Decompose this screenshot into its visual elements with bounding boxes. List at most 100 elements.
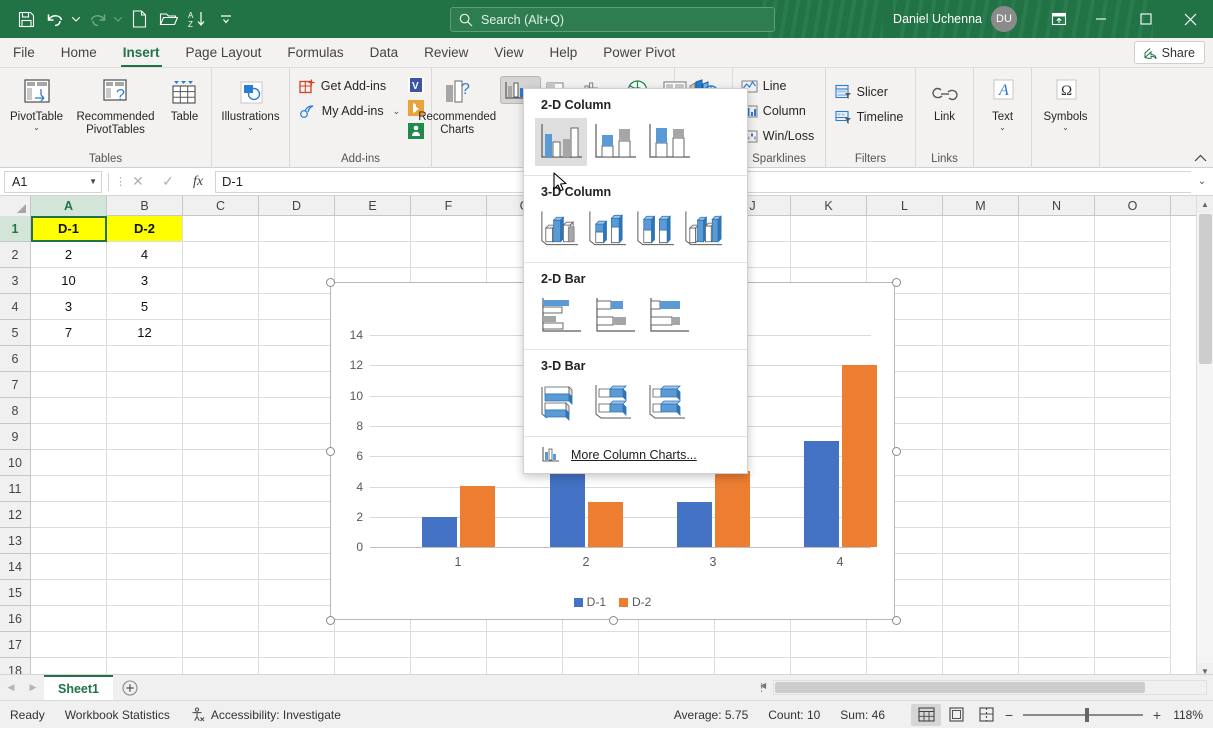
row-header-10[interactable]: 10 [0, 450, 31, 476]
row-header-5[interactable]: 5 [0, 320, 31, 346]
bar-D1-cat3[interactable] [677, 502, 712, 547]
cell-B15[interactable] [107, 580, 183, 606]
cell-M12[interactable] [943, 502, 1019, 528]
cell-B3[interactable]: 3 [107, 268, 183, 294]
cell-O3[interactable] [1095, 268, 1171, 294]
chart-handle-bottom-center[interactable] [609, 616, 618, 625]
cell-C1[interactable] [183, 216, 259, 242]
cell-M10[interactable] [943, 450, 1019, 476]
bar-D2-cat1[interactable] [460, 486, 495, 547]
cell-N17[interactable] [1019, 632, 1095, 658]
scroll-left-icon[interactable]: ◀ [760, 681, 766, 690]
row-header-9[interactable]: 9 [0, 424, 31, 450]
vertical-scrollbar[interactable]: ▲ ▼ [1196, 196, 1213, 680]
save-icon[interactable] [12, 6, 40, 32]
pivottable-button[interactable]: PivotTable ⌄ [3, 72, 71, 144]
tab-page-layout[interactable]: Page Layout [173, 38, 275, 67]
cell-O16[interactable] [1095, 606, 1171, 632]
cell-D9[interactable] [259, 424, 335, 450]
add-sheet-button[interactable] [113, 680, 147, 696]
cell-N10[interactable] [1019, 450, 1095, 476]
cell-C7[interactable] [183, 372, 259, 398]
cell-C5[interactable] [183, 320, 259, 346]
cell-D7[interactable] [259, 372, 335, 398]
cell-H17[interactable] [563, 632, 639, 658]
row-header-13[interactable]: 13 [0, 528, 31, 554]
cell-N9[interactable] [1019, 424, 1095, 450]
accessibility-button[interactable]: Accessibility: Investigate [180, 701, 351, 729]
cell-M8[interactable] [943, 398, 1019, 424]
undo-dropdown-icon[interactable] [70, 6, 82, 32]
chart-type-3d-clustered-column[interactable] [535, 205, 583, 253]
chart-handle-middle-left[interactable] [326, 447, 335, 456]
expand-formula-bar-icon[interactable]: ⌄ [1191, 176, 1213, 187]
chart-type-stacked-column[interactable] [589, 118, 641, 166]
recommended-pivottables-button[interactable]: ? Recommended PivotTables [72, 72, 160, 144]
legend-item-D2[interactable]: D-2 [619, 595, 651, 609]
cell-A5[interactable]: 7 [31, 320, 107, 346]
cell-N3[interactable] [1019, 268, 1095, 294]
view-page-break-button[interactable] [971, 704, 1001, 726]
recommended-charts-button[interactable]: ? Recommended Charts [415, 72, 499, 144]
maximize-button[interactable] [1123, 0, 1168, 38]
insert-function-icon[interactable]: fx [183, 174, 213, 190]
cell-D10[interactable] [259, 450, 335, 476]
cell-M15[interactable] [943, 580, 1019, 606]
sheet-tab-sheet1[interactable]: Sheet1 [44, 675, 113, 700]
chart-handle-top-right[interactable] [892, 278, 901, 287]
account-name[interactable]: Daniel Uchenna [893, 12, 982, 26]
sort-az-icon[interactable]: AZ [183, 6, 211, 32]
cell-M14[interactable] [943, 554, 1019, 580]
cell-O2[interactable] [1095, 242, 1171, 268]
chart-type-stacked-bar[interactable] [589, 292, 641, 340]
get-addins-button[interactable]: Get Add-ins [296, 74, 406, 98]
vertical-scroll-thumb[interactable] [1199, 214, 1212, 364]
cell-A14[interactable] [31, 554, 107, 580]
cell-M11[interactable] [943, 476, 1019, 502]
cell-A2[interactable]: 2 [31, 242, 107, 268]
share-button[interactable]: Share [1134, 41, 1205, 64]
minimize-button[interactable] [1078, 0, 1123, 38]
cell-M5[interactable] [943, 320, 1019, 346]
row-header-11[interactable]: 11 [0, 476, 31, 502]
previous-sheet-icon[interactable]: ◀ [0, 682, 22, 693]
cell-D5[interactable] [259, 320, 335, 346]
cell-C14[interactable] [183, 554, 259, 580]
col-header-N[interactable]: N [1019, 196, 1095, 216]
col-header-D[interactable]: D [259, 196, 335, 216]
cell-K1[interactable] [791, 216, 867, 242]
col-header-M[interactable]: M [943, 196, 1019, 216]
cell-C16[interactable] [183, 606, 259, 632]
status-average[interactable]: Average: 5.75 [664, 701, 759, 729]
col-header-B[interactable]: B [107, 196, 183, 216]
cell-O12[interactable] [1095, 502, 1171, 528]
cell-I17[interactable] [639, 632, 715, 658]
cell-B13[interactable] [107, 528, 183, 554]
cell-O13[interactable] [1095, 528, 1171, 554]
cell-A8[interactable] [31, 398, 107, 424]
col-header-F[interactable]: F [411, 196, 487, 216]
cell-N15[interactable] [1019, 580, 1095, 606]
cell-D13[interactable] [259, 528, 335, 554]
cell-N4[interactable] [1019, 294, 1095, 320]
cell-N13[interactable] [1019, 528, 1095, 554]
cell-D12[interactable] [259, 502, 335, 528]
cell-M7[interactable] [943, 372, 1019, 398]
cell-F2[interactable] [411, 242, 487, 268]
cell-C6[interactable] [183, 346, 259, 372]
chevron-down-icon[interactable]: ⌄ [393, 106, 401, 117]
col-header-O[interactable]: O [1095, 196, 1171, 216]
cell-B6[interactable] [107, 346, 183, 372]
horizontal-scroll-thumb[interactable] [775, 682, 1145, 693]
cell-B2[interactable]: 4 [107, 242, 183, 268]
col-header-K[interactable]: K [791, 196, 867, 216]
tab-help[interactable]: Help [536, 38, 590, 67]
cell-A9[interactable] [31, 424, 107, 450]
zoom-out-button[interactable]: − [1001, 707, 1017, 723]
cell-M1[interactable] [943, 216, 1019, 242]
bar-D1-cat1[interactable] [422, 517, 457, 547]
cell-B10[interactable] [107, 450, 183, 476]
text-button[interactable]: A Text ⌄ [977, 72, 1029, 144]
cell-F1[interactable] [411, 216, 487, 242]
cell-M9[interactable] [943, 424, 1019, 450]
